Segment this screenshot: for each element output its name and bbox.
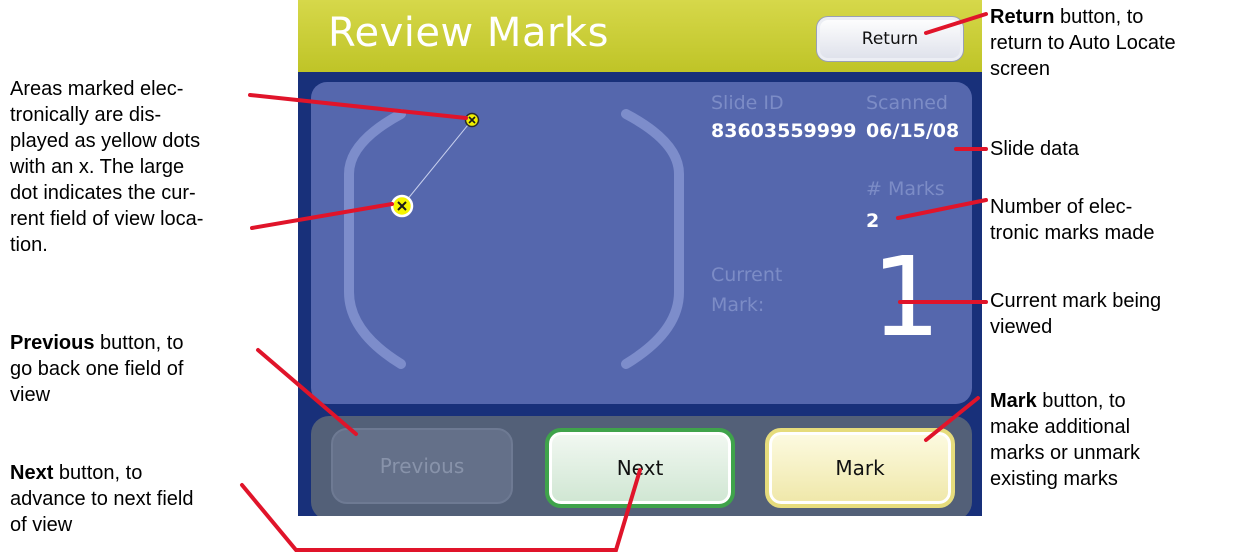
- annotation-number-of-marks: Number of elec- tronic marks made: [990, 196, 1155, 244]
- next-button[interactable]: Next: [545, 428, 735, 508]
- scanned-value: 06/15/08: [866, 120, 960, 142]
- annotation-mark-bold: Mark: [990, 390, 1037, 412]
- page-title: Review Marks: [328, 10, 609, 56]
- annotation-previous: Previous button, to go back one field of…: [10, 330, 270, 408]
- mark-dot-icon-large[interactable]: [390, 194, 414, 218]
- annotation-previous-bold: Previous: [10, 332, 95, 354]
- annotation-current-mark: Current mark being viewed: [990, 290, 1162, 338]
- current-mark-value: 1: [871, 233, 941, 361]
- button-bar: Previous Next Mark: [311, 416, 972, 516]
- annotation-next-bold: Next: [10, 462, 54, 484]
- slide-id-label: Slide ID: [711, 92, 784, 114]
- mark-connector-line: [401, 119, 473, 207]
- marks-count-value: 2: [866, 210, 880, 232]
- slide-left-bracket: [344, 109, 406, 369]
- scanned-label: Scanned: [866, 92, 948, 114]
- current-mark-label-line1: Current: [711, 264, 783, 286]
- annotation-next: Next button, to advance to next field of…: [10, 460, 270, 538]
- previous-button[interactable]: Previous: [331, 428, 513, 504]
- marks-count-label: # Marks: [866, 178, 945, 200]
- mark-dot-icon-small[interactable]: [464, 112, 480, 128]
- current-mark-label-line2: Mark:: [711, 294, 765, 316]
- annotation-slide-data: Slide data: [990, 138, 1079, 160]
- return-button[interactable]: Return: [816, 16, 964, 62]
- device-screen: Review Marks Return Slide ID 83603559999…: [298, 0, 982, 516]
- title-bar: Review Marks Return: [298, 0, 982, 72]
- slide-id-value: 83603559999: [711, 120, 857, 142]
- annotation-return: Return button, to return to Auto Locate …: [990, 4, 1230, 82]
- annotation-marks-dots: Areas marked elec- tronically are dis- p…: [10, 78, 204, 256]
- annotation-return-bold: Return: [990, 6, 1055, 28]
- mark-button[interactable]: Mark: [765, 428, 955, 508]
- annotation-mark: Mark button, to make additional marks or…: [990, 388, 1230, 492]
- slide-panel: Slide ID 83603559999 Scanned 06/15/08 # …: [311, 82, 972, 404]
- slide-right-bracket: [621, 109, 684, 369]
